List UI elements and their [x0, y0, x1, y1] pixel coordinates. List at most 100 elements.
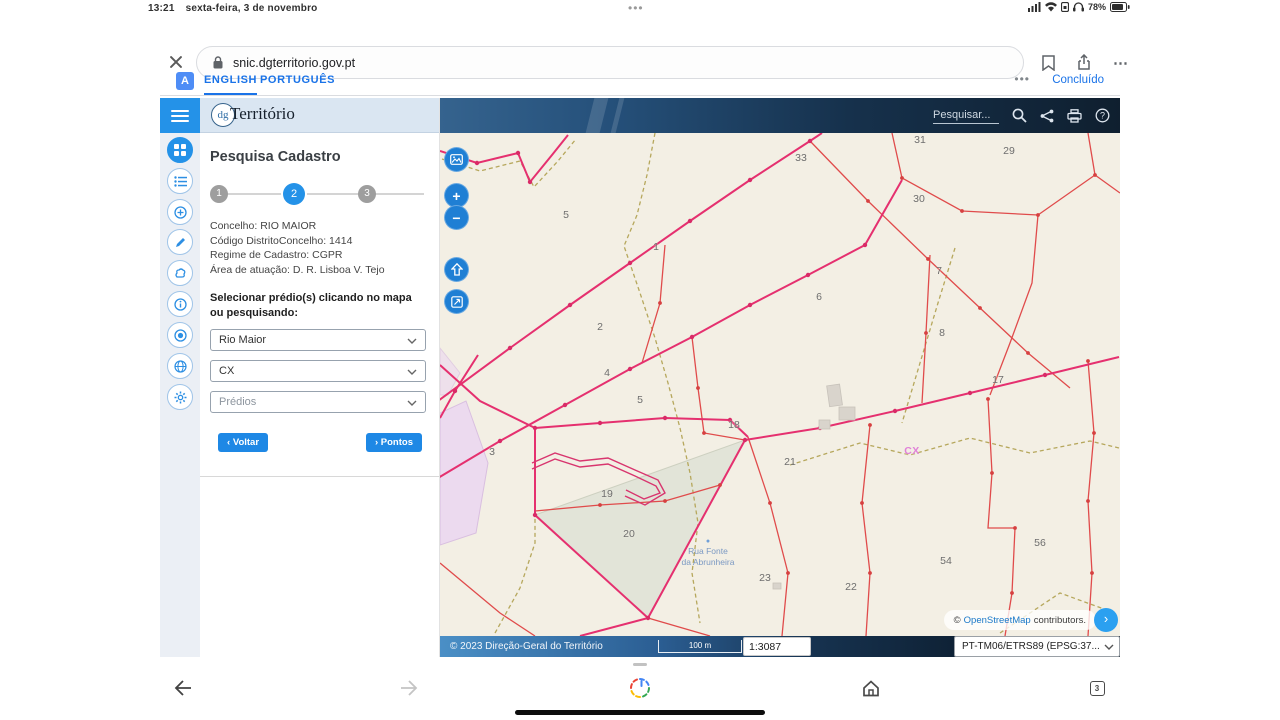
- zoom-out-icon[interactable]: −: [444, 205, 469, 230]
- zoom-in-label: +: [452, 187, 461, 204]
- step-2-active[interactable]: 2: [283, 183, 305, 205]
- svg-text:?: ?: [1100, 111, 1105, 121]
- overflow-menu-icon[interactable]: ⋯: [1113, 54, 1128, 72]
- print-icon[interactable]: [1067, 108, 1082, 123]
- pip-icon: [1060, 2, 1069, 12]
- bookmark-icon[interactable]: [1042, 54, 1055, 71]
- battery-icon: [1110, 2, 1130, 12]
- locate-icon[interactable]: [444, 257, 469, 282]
- instruction-text: Selecionar prédio(s) clicando no mapa ou…: [210, 291, 412, 319]
- step-3[interactable]: 3: [358, 185, 376, 203]
- tab-portugues[interactable]: PORTUGUÊS: [260, 74, 335, 86]
- search-panel: dg Território Pesquisa Cadastro 1 2 3 Co…: [200, 98, 440, 657]
- map-view[interactable]: ?: [440, 98, 1120, 657]
- parcel-label: 18: [728, 419, 740, 431]
- osm-link[interactable]: OpenStreetMap: [964, 615, 1031, 626]
- parcel-label: 23: [759, 572, 771, 584]
- map-header: ?: [440, 98, 1120, 133]
- concelho-info: Concelho: RIO MAIOR Código DistritoConce…: [210, 219, 426, 278]
- parcel-label: 7: [936, 265, 942, 277]
- translate-bar: A ENGLISH PORTUGUÊS ••• Concluído: [160, 70, 1120, 96]
- concelho-select[interactable]: Rio Maior: [210, 329, 426, 352]
- info-icon[interactable]: [167, 291, 193, 317]
- legend-list-icon[interactable]: [167, 168, 193, 194]
- parcel-labels: 31 29 33 30 5 1 7 6 2 8 4 17 5 18 3 21 19 20 23 22 54 56 CX: [440, 133, 1120, 636]
- back-icon[interactable]: [171, 676, 195, 700]
- concelho-select-value: Rio Maior: [219, 334, 267, 347]
- parcel-label: 21: [784, 456, 796, 468]
- help-icon[interactable]: ?: [1095, 108, 1110, 123]
- basemap-icon[interactable]: [444, 147, 469, 172]
- translate-options-icon[interactable]: •••: [1014, 72, 1030, 86]
- settings-gear-icon[interactable]: [167, 384, 193, 410]
- browser-toolbar: snic.dgterritorio.gov.pt ⋯: [0, 22, 1280, 79]
- info-codigo: Código DistritoConcelho: 1414: [210, 234, 353, 247]
- headset-icon: [1072, 2, 1084, 12]
- map-footer: © 2023 Direção-Geral do Território 100 m…: [440, 636, 1120, 657]
- close-icon[interactable]: [168, 54, 184, 70]
- info-concelho: Concelho: RIO MAIOR: [210, 220, 317, 232]
- share-alt-icon[interactable]: [1040, 109, 1054, 123]
- parcel-label: 17: [992, 374, 1004, 386]
- apps-grid-icon[interactable]: [167, 137, 193, 163]
- globe-icon[interactable]: [167, 353, 193, 379]
- seccao-select-value: CX: [219, 365, 235, 378]
- logo-text: Território: [230, 104, 295, 123]
- crs-select[interactable]: PT-TM06/ETRS89 (EPSG:37...: [954, 636, 1120, 657]
- tab-switcher-icon[interactable]: 3: [1085, 676, 1109, 700]
- search-input[interactable]: [933, 107, 999, 124]
- status-bar: 13:21 sexta-feira, 3 de novembro ••• 78%: [0, 0, 1280, 18]
- screen: 13:21 sexta-feira, 3 de novembro ••• 78%…: [0, 0, 1280, 720]
- menu-button[interactable]: [160, 98, 200, 133]
- seccao-select[interactable]: CX: [210, 360, 426, 383]
- map-copyright: © 2023 Direção-Geral do Território: [450, 641, 603, 652]
- parcel-label: 30: [913, 193, 925, 205]
- parcel-label: 56: [1034, 537, 1046, 549]
- parcel-label: 5: [563, 209, 569, 221]
- parcel-label: 31: [914, 134, 926, 146]
- home-icon[interactable]: [859, 676, 883, 700]
- status-icons: 78%: [1027, 2, 1130, 12]
- page-title: Pesquisa Cadastro: [210, 149, 341, 165]
- home-indicator[interactable]: [515, 710, 765, 715]
- circle-plus-icon[interactable]: [167, 199, 193, 225]
- forward-icon[interactable]: [397, 676, 421, 700]
- search-icon[interactable]: [1012, 108, 1027, 123]
- attrib-suffix: contributors.: [1033, 614, 1086, 626]
- map-canvas[interactable]: 31 29 33 30 5 1 7 6 2 8 4 17 5 18 3 21 19 20 23 22 54 56 CX ● …: [440, 133, 1120, 636]
- parcel-label: 19: [601, 488, 613, 500]
- predios-select[interactable]: Prédios: [210, 391, 426, 414]
- street-label: ● Rua Fonte da Abrunheira: [662, 538, 754, 567]
- battery-percent: 78%: [1087, 2, 1106, 12]
- google-icon[interactable]: [628, 676, 652, 700]
- tab-english[interactable]: ENGLISH: [204, 74, 258, 95]
- parcel-label: 20: [623, 528, 635, 540]
- step-1[interactable]: 1: [210, 185, 228, 203]
- share-icon[interactable]: [1077, 54, 1091, 71]
- chevron-down-icon: [407, 369, 417, 376]
- pontos-button[interactable]: › Pontos: [365, 433, 422, 453]
- extent-icon[interactable]: [444, 289, 469, 314]
- drag-handle[interactable]: [633, 663, 647, 666]
- translate-status[interactable]: Concluído: [1052, 74, 1104, 86]
- attribution-toggle-icon[interactable]: ›: [1094, 608, 1118, 632]
- cx-label: CX: [904, 445, 920, 457]
- app-logo: dg Território: [200, 98, 439, 133]
- cellular-signal-icon: [1027, 2, 1041, 12]
- draw-tools-icon[interactable]: [167, 260, 193, 286]
- parcel-label: 33: [795, 152, 807, 164]
- scale-text: 100 m: [688, 641, 712, 650]
- voltar-button[interactable]: ‹ Voltar: [218, 433, 269, 453]
- scale-ratio-input[interactable]: [743, 637, 811, 656]
- parcel-label: 5: [637, 394, 643, 406]
- parcel-label: 2: [597, 321, 603, 333]
- edit-pencil-icon[interactable]: [167, 229, 193, 255]
- url-text: snic.dgterritorio.gov.pt: [233, 55, 356, 70]
- tool-rail: [160, 98, 200, 657]
- info-area: Área de atuação: D. R. Lisboa V. Tejo: [210, 264, 385, 277]
- selection-icon[interactable]: [167, 322, 193, 348]
- predios-select-value: Prédios: [219, 396, 257, 409]
- parcel-label: 29: [1003, 145, 1015, 157]
- chevron-down-icon: [1104, 644, 1114, 650]
- parcel-label: 1: [653, 241, 659, 253]
